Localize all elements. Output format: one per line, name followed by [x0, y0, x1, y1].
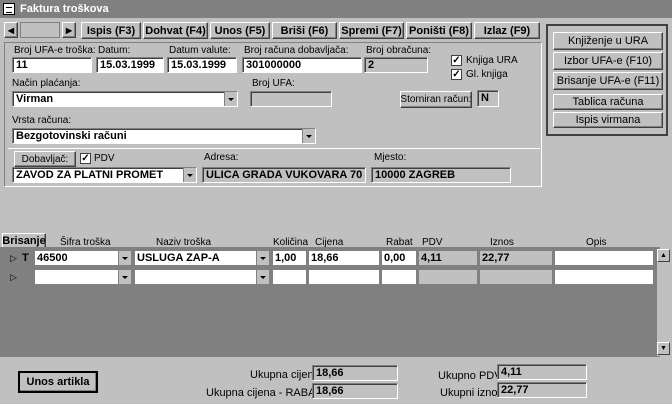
vrsta-racuna-select[interactable]: Bezgotovinski računi [12, 128, 316, 144]
scroll-down-icon[interactable]: ▼ [657, 342, 670, 355]
ispis-button[interactable]: Ispis (F3) [81, 22, 141, 39]
broj-obracuna-field: 2 [364, 57, 428, 73]
ukupna-rabat-label: Ukupna cijena - RABAT: [206, 387, 324, 399]
vrsta-racuna-value: Bezgotovinski računi [16, 130, 127, 142]
row-naziv-select[interactable]: USLUGA ZAP-A [134, 250, 270, 266]
new-row-iznos [479, 269, 553, 285]
chevron-down-icon[interactable] [256, 270, 269, 284]
new-row-pdv [418, 269, 478, 285]
storniran-value: N [477, 90, 499, 107]
datum-valute-label: Datum valute: [169, 45, 231, 56]
arrow-left-icon: ◀ [7, 25, 15, 35]
window-icon [3, 3, 15, 15]
tablica-racuna-button[interactable]: Tablica računa [553, 94, 663, 110]
knjiga-ura-label: Knjiga URA [466, 55, 518, 66]
chevron-down-icon[interactable] [224, 92, 237, 106]
row-cijena[interactable]: 18,66 [308, 250, 380, 266]
row-kolicina[interactable]: 1,00 [272, 250, 307, 266]
row-pointer-icon: ▷ [10, 253, 17, 263]
vrsta-racuna-label: Vrsta računa: [12, 115, 72, 126]
chevron-down-icon[interactable] [302, 129, 315, 143]
row-sifra-select[interactable]: 46500 [34, 250, 132, 266]
ponisti-button[interactable]: Poništi (F8) [406, 22, 472, 39]
separator [8, 148, 540, 149]
adresa-field: ULICA GRADA VUKOVARA 70 [202, 167, 366, 183]
window-title: Faktura troškova [20, 3, 109, 15]
izlaz-button[interactable]: Izlaz (F9) [474, 22, 540, 39]
dohvat-button[interactable]: Dohvat (F4) [143, 22, 208, 39]
chevron-down-icon[interactable] [118, 270, 131, 284]
brisanje-ufa-button[interactable]: Brisanje UFA-e (F11) [553, 72, 663, 90]
prev-record-button[interactable]: ◀ [4, 22, 18, 38]
knjiga-ura-checkbox[interactable]: ✓ [451, 55, 462, 66]
ukupni-iznos-field: 22,77 [497, 382, 587, 398]
next-record-button[interactable]: ▶ [62, 22, 76, 38]
ukupno-pdv-label: Ukupno PDV: [438, 370, 505, 382]
arrow-right-icon: ▶ [65, 25, 73, 35]
izbor-ufa-button[interactable]: Izbor UFA-e (F10) [553, 52, 663, 70]
broj-ufa2-label: Broj UFA: [252, 78, 295, 89]
gl-knjiga-checkbox[interactable]: ✓ [451, 69, 462, 80]
spremi-button[interactable]: Spremi (F7) [339, 22, 404, 39]
chevron-down-icon[interactable] [256, 251, 269, 265]
scroll-up-icon[interactable]: ▲ [657, 249, 670, 262]
unos-button[interactable]: Unos (F5) [210, 22, 270, 39]
dobavljac-value: ZAVOD ZA PLATNI PROMET [16, 169, 164, 181]
chevron-down-icon[interactable] [118, 251, 131, 265]
datum-label: Datum: [98, 45, 131, 56]
new-row-rabat[interactable] [381, 269, 417, 285]
dobavljac-select[interactable]: ZAVOD ZA PLATNI PROMET [12, 167, 197, 183]
broj-racuna-label: Broj računa dobavljača: [244, 45, 349, 56]
row-marker: T [22, 252, 29, 264]
knjizenje-ura-button[interactable]: Knjiženje u URA [553, 32, 663, 50]
broj-ufa-label: Broj UFA-e troška: [14, 45, 96, 56]
ukupna-cijena-field: 18,66 [312, 365, 398, 381]
pdv-checkbox-label: PDV [94, 153, 115, 164]
datum-field[interactable]: 15.03.1999 [96, 57, 164, 73]
row-pdv: 4,11 [418, 250, 478, 266]
gl-knjiga-label: Gl. knjiga [466, 69, 508, 80]
items-grid: ▷ T 46500 USLUGA ZAP-A 1,00 18,66 0,00 4… [0, 247, 660, 357]
grid-scrollbar[interactable]: ▲ ▼ [656, 249, 670, 356]
row-rabat[interactable]: 0,00 [381, 250, 417, 266]
chevron-down-icon[interactable] [183, 168, 196, 182]
unos-artikla-button[interactable]: Unos artikla [18, 371, 98, 393]
new-row-sifra-select[interactable] [34, 269, 132, 285]
dobavljac-button[interactable]: Dobavljač: [14, 151, 76, 167]
nacin-placanja-select[interactable]: Virman [12, 91, 238, 107]
mjesto-field: 10000 ZAGREB [371, 167, 511, 183]
broj-obracuna-label: Broj obračuna: [366, 45, 432, 56]
nacin-placanja-label: Način plaćanja: [12, 78, 81, 89]
datum-valute-field[interactable]: 15.03.1999 [167, 57, 237, 73]
ukupno-pdv-field: 4,11 [497, 364, 587, 380]
nacin-placanja-value: Virman [16, 93, 54, 105]
broj-ufa-field[interactable]: 11 [12, 57, 92, 73]
adresa-label: Adresa: [204, 152, 239, 163]
broj-racuna-field[interactable]: 301000000 [242, 57, 362, 73]
new-row-naziv-select[interactable] [134, 269, 270, 285]
ispis-virmana-button[interactable]: Ispis virmana [553, 112, 663, 128]
pdv-checkbox[interactable]: ✓ [80, 153, 91, 164]
storniran-racun-button[interactable]: Storniran račun: [400, 91, 472, 108]
row-iznos: 22,77 [479, 250, 553, 266]
brisi-button[interactable]: Briši (F6) [272, 22, 337, 39]
new-row-opis[interactable] [554, 269, 654, 285]
new-row-cijena[interactable] [308, 269, 380, 285]
row-sifra-value: 46500 [37, 252, 68, 264]
row-naziv-value: USLUGA ZAP-A [137, 252, 220, 264]
broj-ufa2-field [250, 91, 332, 107]
row-opis[interactable] [554, 250, 654, 266]
record-scroll-track[interactable] [20, 22, 60, 38]
new-row-kolicina[interactable] [272, 269, 307, 285]
mjesto-label: Mjesto: [374, 152, 407, 163]
title-bar: Faktura troškova [0, 0, 672, 18]
row-pointer-icon: ▷ [10, 272, 17, 282]
ukupna-rabat-field: 18,66 [312, 383, 398, 399]
window: Faktura troškova ◀ ▶ Ispis (F3) Dohvat (… [0, 0, 672, 404]
